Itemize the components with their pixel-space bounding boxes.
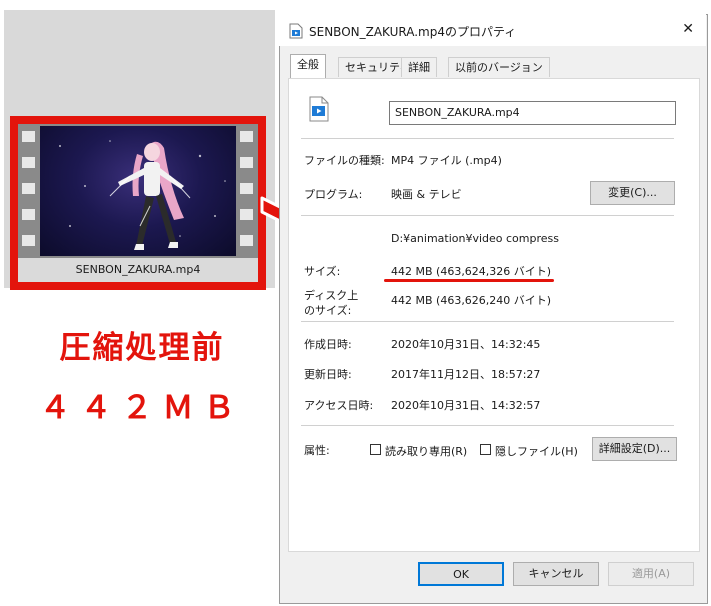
readonly-label[interactable]: 読み取り専用(R) [385, 443, 467, 459]
character-figure [59, 140, 226, 250]
size-value: 442 MB (463,624,326 バイト) [391, 265, 552, 278]
hidden-checkbox[interactable] [480, 444, 491, 455]
video-file-icon [289, 23, 303, 39]
hidden-label[interactable]: 隠しファイル(H) [495, 443, 578, 459]
annotation-line1: 圧縮処理前 [59, 330, 225, 366]
separator [301, 321, 674, 322]
advanced-button[interactable]: 詳細設定(D)... [592, 437, 677, 461]
size-label: サイズ: [304, 265, 341, 278]
size-underline [384, 279, 554, 282]
video-frame [40, 126, 236, 256]
tab-details[interactable]: 詳細 [401, 57, 437, 77]
disk-size-label-2: のサイズ: [304, 304, 352, 317]
cancel-button[interactable]: キャンセル [513, 562, 599, 586]
modified-value: 2017年11月12日、18:57:27 [391, 368, 541, 381]
close-icon[interactable]: ✕ [682, 21, 694, 37]
attributes-label: 属性: [304, 444, 330, 457]
ok-button[interactable]: OK [418, 562, 504, 586]
separator [301, 425, 674, 426]
modified-label: 更新日時: [304, 368, 352, 381]
disk-size-label-1: ディスク上 [304, 289, 359, 302]
separator [301, 138, 674, 139]
disk-size-value: 442 MB (463,626,240 バイト) [391, 294, 552, 307]
large-video-file-icon [309, 96, 329, 122]
location-value: D:¥animation¥video compress [391, 232, 559, 245]
type-value: MP4 ファイル (.mp4) [391, 154, 502, 167]
apply-button[interactable]: 適用(A) [608, 562, 694, 586]
dialog-title: SENBON_ZAKURA.mp4のプロパティ [309, 25, 517, 39]
program-value: 映画 & テレビ [391, 188, 462, 201]
filename-field[interactable]: SENBON_ZAKURA.mp4 [389, 101, 676, 125]
created-value: 2020年10月31日、14:32:45 [391, 338, 541, 351]
accessed-label: アクセス日時: [304, 399, 374, 412]
type-label: ファイルの種類: [304, 154, 385, 167]
tab-previous-versions[interactable]: 以前のバージョン [448, 57, 550, 77]
created-label: 作成日時: [304, 338, 352, 351]
tab-general[interactable]: 全般 [290, 54, 326, 78]
program-label: プログラム: [304, 188, 363, 201]
annotation-line2: ４４２ＭＢ [39, 390, 245, 426]
separator [301, 215, 674, 216]
dialog-titlebar: SENBON_ZAKURA.mp4のプロパティ ✕ [279, 14, 706, 46]
thumbnail-caption: SENBON_ZAKURA.mp4 [18, 258, 258, 282]
change-button[interactable]: 変更(C)... [590, 181, 675, 205]
readonly-checkbox[interactable] [370, 444, 381, 455]
accessed-value: 2020年10月31日、14:32:57 [391, 399, 541, 412]
